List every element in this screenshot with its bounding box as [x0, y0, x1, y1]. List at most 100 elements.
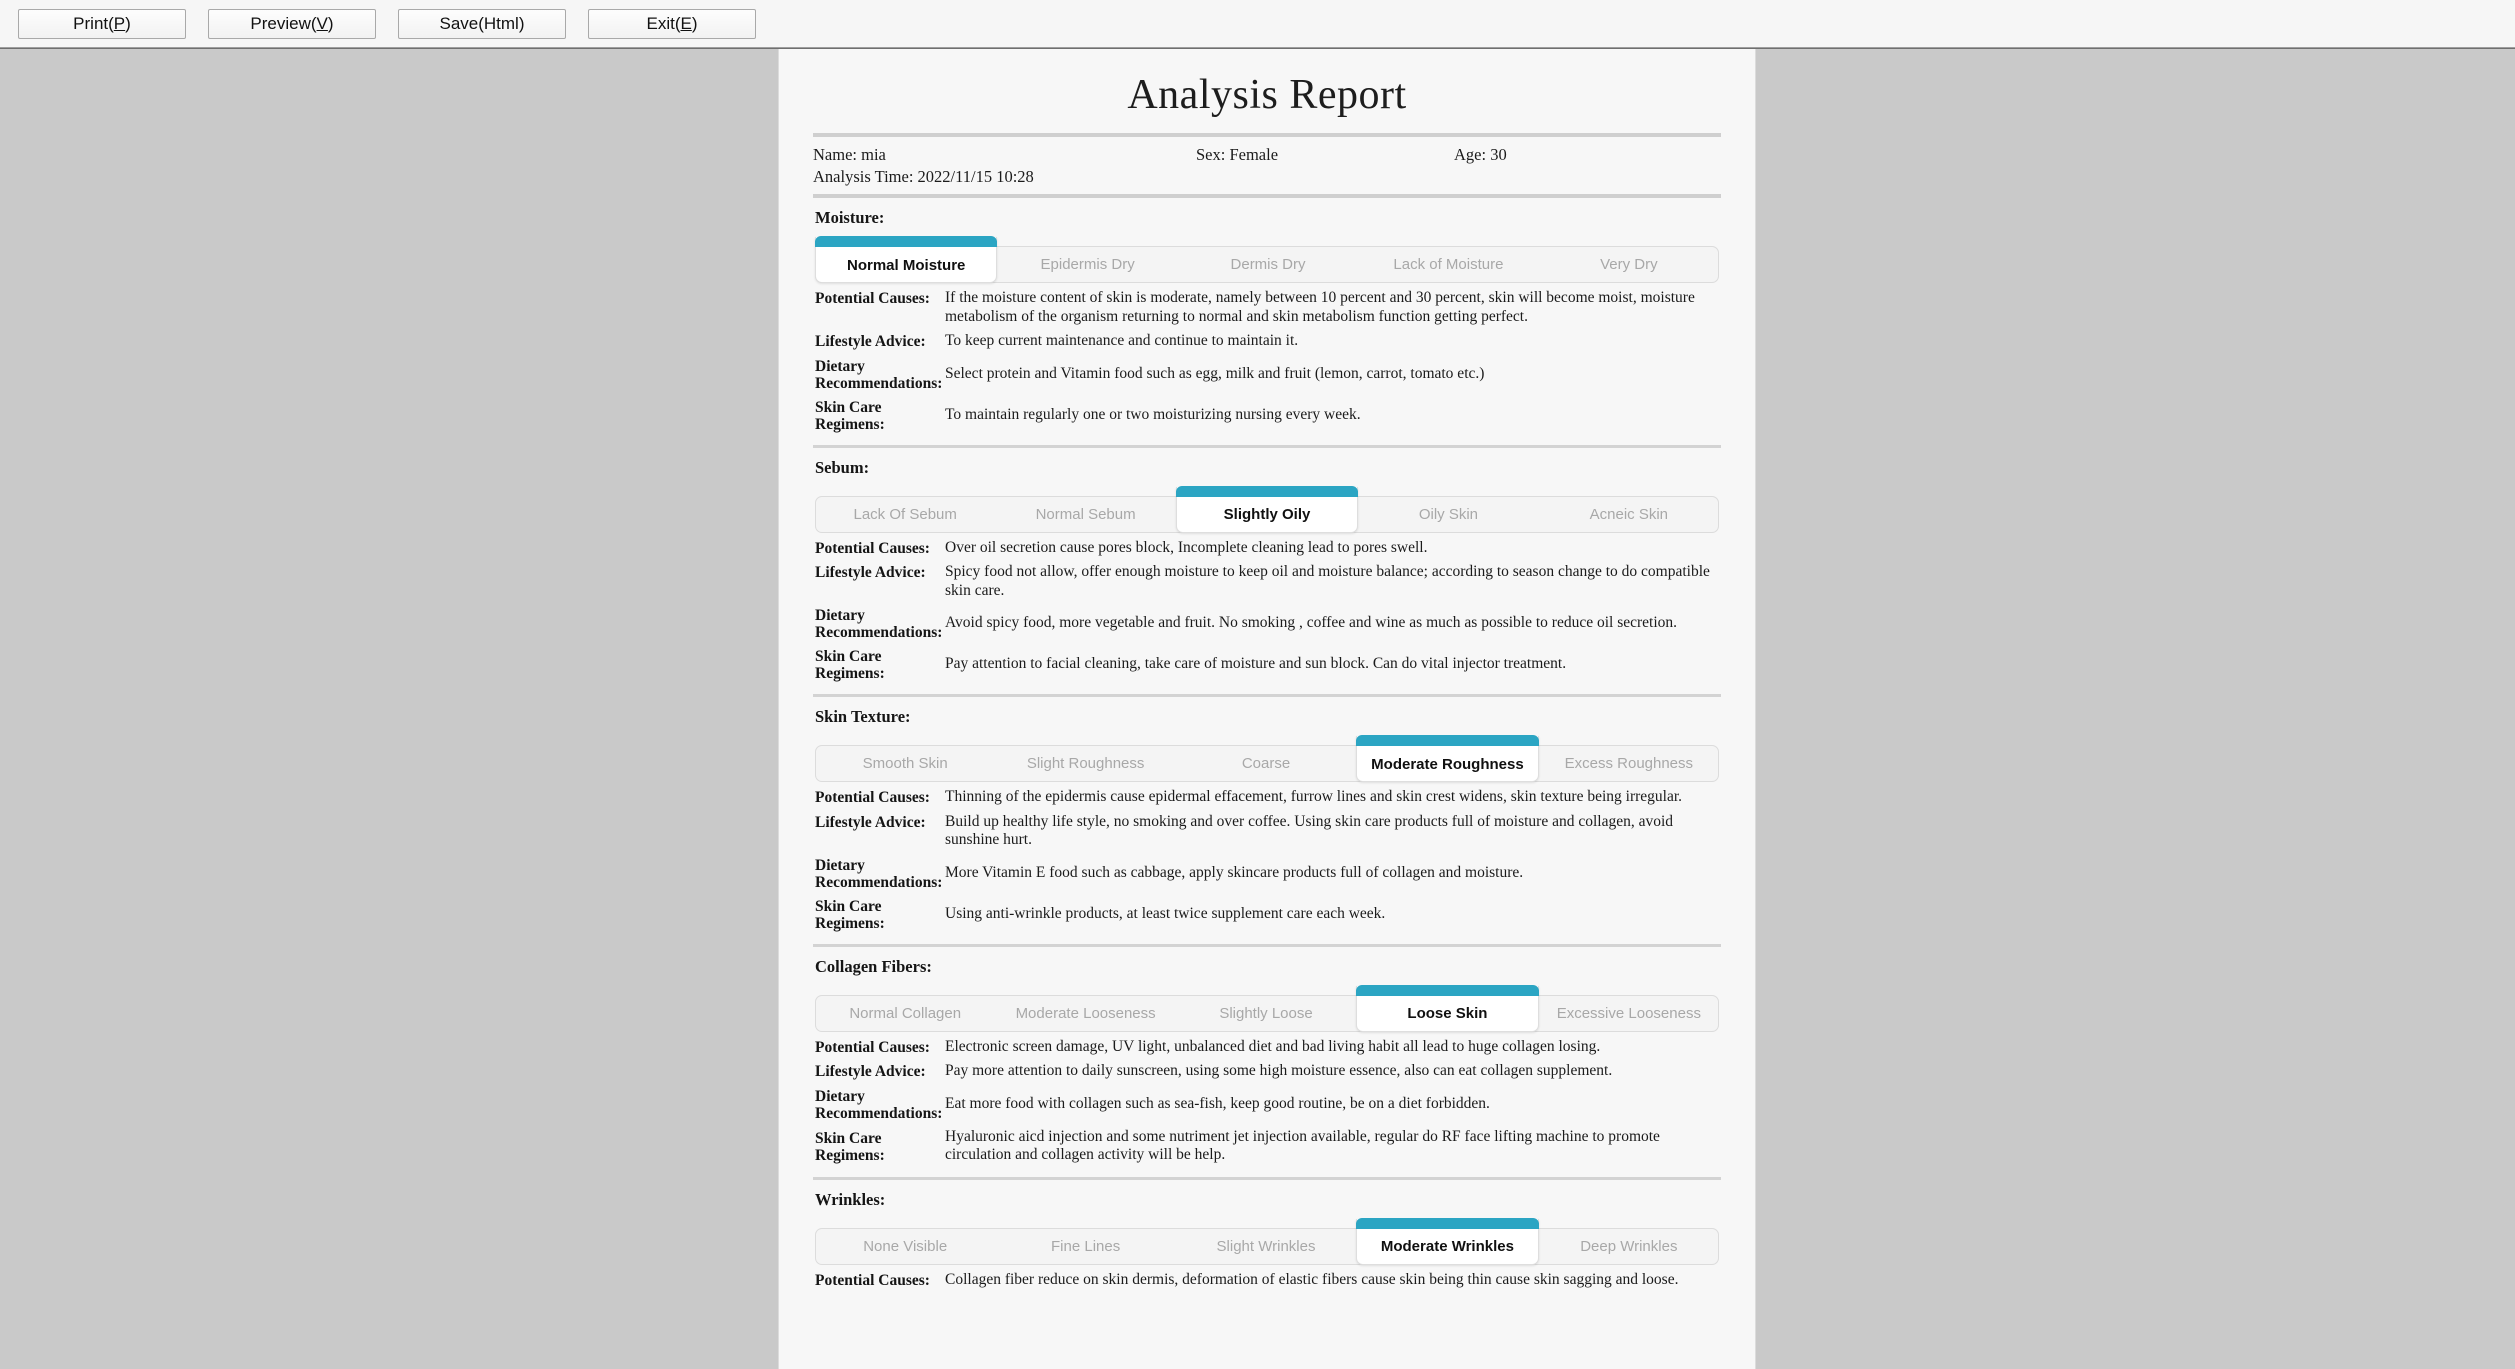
print-button-label: Print( [73, 13, 114, 33]
detail-label-dietary-recommendations: Dietary Recommendations: [815, 357, 943, 392]
preview-button[interactable]: Preview(V) [208, 8, 376, 39]
detail-row-lifestyle-advice: Lifestyle Advice: Pay more attention to d… [813, 1062, 1721, 1081]
detail-label-potential-causes: Potential Causes: [815, 539, 930, 557]
tab-sebum-2[interactable]: Slightly Oily [1175, 485, 1359, 533]
section-wrinkles: Wrinkles: None Visible Fine Lines Slight Wr… [813, 1180, 1721, 1290]
detail-label-lifestyle-advice: Lifestyle Advice: [815, 333, 926, 350]
detail-row-potential-causes: Potential Causes: Collagen fiber reduce o… [813, 1271, 1721, 1290]
details-wrinkles: Potential Causes: Collagen fiber reduce o… [813, 1271, 1721, 1290]
report-page: Analysis Report Name: mia Sex: Female Ag… [779, 49, 1755, 1369]
exit-button[interactable]: Exit(E) [588, 8, 756, 39]
tab-skin-texture-4[interactable]: Excess Roughness [1539, 736, 1719, 782]
detail-row-skin-care-regimens: Skin Care Regimens: Using anti-wrinkle pr… [813, 897, 1721, 932]
tab-label: Slight Roughness [1026, 755, 1145, 772]
detail-value-dietary-recommendations: More Vitamin E food such as cabbage, app… [945, 863, 1524, 881]
details-moisture: Potential Causes: If the moisture content… [813, 289, 1721, 433]
detail-label-dietary-recommendations: Dietary Recommendations: [815, 1087, 943, 1122]
detail-label-potential-causes: Potential Causes: [815, 1271, 930, 1289]
detail-value-dietary-recommendations: Avoid spicy food, more vegetable and fru… [945, 614, 1678, 632]
save-button[interactable]: Save(Html) [398, 8, 566, 39]
details-skin-texture: Potential Causes: Thinning of the epiderm… [813, 788, 1721, 932]
tab-moisture-2[interactable]: Dermis Dry [1178, 237, 1358, 283]
detail-row-skin-care-regimens: Skin Care Regimens: Pay attention to faci… [813, 647, 1721, 682]
tab-wrinkles-4[interactable]: Deep Wrinkles [1539, 1219, 1719, 1265]
toolbar: Print(P) Preview(V) Save(Html) Exit(E) [0, 0, 2515, 48]
preview-button-label-suffix: ) [327, 13, 334, 33]
tab-skin-texture-1[interactable]: Slight Roughness [995, 736, 1175, 782]
detail-value-dietary-recommendations: Select protein and Vitamin food such as … [945, 364, 1485, 382]
tab-collagen-fibers-1[interactable]: Moderate Looseness [995, 986, 1175, 1032]
tab-label: Lack Of Sebum [853, 505, 957, 523]
detail-value-lifestyle-advice: Spicy food not allow, offer enough moist… [945, 563, 1710, 599]
tab-skin-texture-2[interactable]: Coarse [1176, 736, 1356, 782]
tabstrip-moisture: Normal Moisture Epidermis Dry Dermis Dry La… [815, 236, 1719, 283]
print-button-mnemonic: P [113, 13, 126, 33]
tab-skin-texture-3[interactable]: Moderate Roughness [1356, 735, 1540, 782]
section-title-wrinkles: Wrinkles: [815, 1189, 886, 1209]
tab-sebum-1[interactable]: Normal Sebum [995, 487, 1175, 533]
tab-label: Epidermis Dry [1040, 256, 1135, 273]
detail-row-dietary-recommendations: Dietary Recommendations: More Vitamin E f… [813, 856, 1721, 891]
document-workspace[interactable]: Analysis Report Name: mia Sex: Female Ag… [0, 48, 2515, 1369]
detail-value-skin-care-regimens: Hyaluronic aicd injection and some nutri… [945, 1127, 1660, 1164]
tab-label: Excessive Looseness [1556, 1004, 1701, 1022]
tabstrip-collagen-fibers: Normal Collagen Moderate Looseness Slightl… [815, 984, 1719, 1032]
tab-label: Coarse [1241, 755, 1291, 772]
detail-row-dietary-recommendations: Dietary Recommendations: Select protein a… [813, 357, 1721, 392]
tab-collagen-fibers-0[interactable]: Normal Collagen [815, 986, 995, 1032]
tab-label: Acneic Skin [1589, 505, 1669, 523]
exit-button-label-suffix: ) [691, 13, 698, 33]
detail-row-dietary-recommendations: Dietary Recommendations: Eat more food wi… [813, 1087, 1721, 1122]
patient-name: Name: mia [813, 145, 886, 164]
tab-label: Slightly Loose [1219, 1004, 1313, 1022]
detail-label-skin-care-regimens: Skin Care Regimens: [815, 897, 885, 932]
section-title-skin-texture: Skin Texture: [815, 707, 911, 726]
tab-label: Normal Moisture [847, 256, 966, 274]
detail-label-potential-causes: Potential Causes: [815, 789, 930, 806]
section-sebum: Sebum: Lack Of Sebum Normal Sebum Slightly … [813, 448, 1721, 697]
tab-wrinkles-1[interactable]: Fine Lines [995, 1219, 1175, 1265]
tab-wrinkles-2[interactable]: Slight Wrinkles [1176, 1219, 1356, 1265]
print-button[interactable]: Print(P) [18, 8, 186, 39]
preview-button-mnemonic: V [316, 13, 328, 33]
tab-collagen-fibers-2[interactable]: Slightly Loose [1176, 986, 1356, 1032]
detail-row-potential-causes: Potential Causes: Thinning of the epiderm… [813, 788, 1721, 807]
patient-info: Name: mia Sex: Female Age: 30 Analysis T… [813, 137, 1721, 194]
tab-sebum-3[interactable]: Oily Skin [1358, 487, 1538, 533]
detail-row-skin-care-regimens: Skin Care Regimens: To maintain regularly… [813, 398, 1721, 433]
patient-info-row-2: Analysis Time: 2022/11/15 10:28 [813, 166, 1721, 188]
detail-value-skin-care-regimens: Pay attention to facial cleaning, take c… [945, 655, 1567, 673]
tab-sebum-0[interactable]: Lack Of Sebum [815, 487, 995, 533]
tab-label: Moderate Looseness [1015, 1004, 1156, 1022]
detail-value-potential-causes: Electronic screen damage, UV light, unba… [945, 1037, 1601, 1055]
save-button-label: Save(Html [439, 13, 519, 33]
detail-value-lifestyle-advice: Build up healthy life style, no smoking … [945, 812, 1674, 849]
tab-label: Loose Skin [1407, 1005, 1488, 1022]
detail-label-dietary-recommendations: Dietary Recommendations: [815, 607, 943, 641]
tab-collagen-fibers-3[interactable]: Loose Skin [1356, 984, 1540, 1032]
tab-sebum-4[interactable]: Acneic Skin [1539, 487, 1719, 533]
detail-value-lifestyle-advice: To keep current maintenance and continue… [945, 332, 1299, 349]
tab-wrinkles-3[interactable]: Moderate Wrinkles [1356, 1217, 1540, 1265]
detail-row-potential-causes: Potential Causes: Electronic screen damag… [813, 1038, 1721, 1057]
tab-moisture-1[interactable]: Epidermis Dry [997, 237, 1177, 283]
tab-moisture-0[interactable]: Normal Moisture [815, 236, 998, 283]
tab-moisture-4[interactable]: Very Dry [1539, 237, 1719, 283]
tab-moisture-3[interactable]: Lack of Moisture [1358, 237, 1538, 283]
preview-button-label: Preview( [250, 13, 317, 33]
tabs-sebum: Lack Of Sebum Normal Sebum Slightly Oily Oi… [815, 485, 1719, 533]
tab-label: None Visible [863, 1237, 948, 1255]
detail-value-skin-care-regimens: Using anti-wrinkle products, at least tw… [945, 904, 1386, 922]
detail-value-lifestyle-advice: Pay more attention to daily sunscreen, u… [945, 1062, 1613, 1079]
tab-skin-texture-0[interactable]: Smooth Skin [815, 736, 995, 782]
tab-label: Excess Roughness [1564, 755, 1694, 772]
tab-label: Deep Wrinkles [1580, 1237, 1678, 1255]
patient-age: Age: 30 [1454, 145, 1507, 164]
exit-button-mnemonic: E [680, 13, 692, 33]
tab-label: Oily Skin [1418, 505, 1479, 523]
tab-wrinkles-0[interactable]: None Visible [815, 1219, 995, 1265]
details-sebum: Potential Causes: Over oil secretion caus… [813, 539, 1721, 683]
tab-label: Smooth Skin [862, 755, 948, 772]
detail-label-lifestyle-advice: Lifestyle Advice: [815, 1063, 926, 1080]
tab-collagen-fibers-4[interactable]: Excessive Looseness [1539, 986, 1719, 1032]
